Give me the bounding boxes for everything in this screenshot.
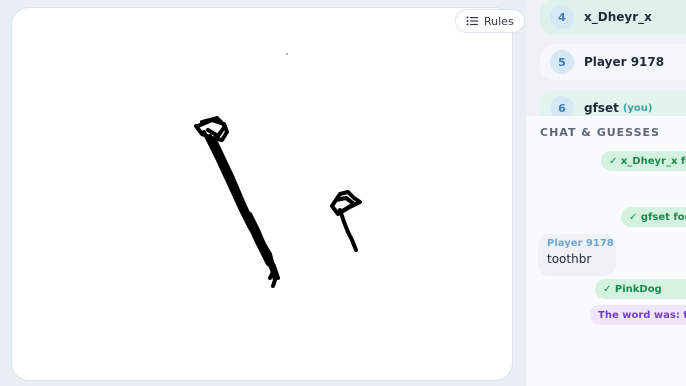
rules-button[interactable]: Rules bbox=[455, 9, 525, 33]
chat-system-message: ✓ x_Dheyr_x fo bbox=[601, 151, 686, 171]
chat-message-text: The word was: to bbox=[598, 309, 686, 321]
chat-message-text: ✓ gfset foun bbox=[629, 211, 686, 223]
chat-reveal-message: The word was: to bbox=[590, 305, 686, 325]
player-name: Player 9178 bbox=[584, 55, 665, 69]
chat-message-text: toothbr bbox=[547, 252, 592, 266]
chat-title: CHAT & GUESSES bbox=[540, 126, 660, 139]
player-row[interactable]: 4 x_Dheyr_x bbox=[540, 0, 686, 35]
player-row[interactable]: 5 Player 9178 bbox=[540, 44, 686, 80]
chat-panel: CHAT & GUESSES ✓ x_Dheyr_x fo ✓ gfset fo… bbox=[526, 116, 686, 386]
drawing-strokes bbox=[194, 53, 362, 288]
chat-author: Player 9178 bbox=[547, 238, 614, 249]
chat-guess-bubble: Player 9178 toothbr bbox=[538, 234, 616, 276]
you-badge: (you) bbox=[622, 102, 653, 114]
chat-message-text: ✓ x_Dheyr_x fo bbox=[609, 155, 686, 167]
player-rank: 5 bbox=[550, 50, 574, 74]
chat-system-message: ✓ PinkDog bbox=[595, 279, 686, 299]
rules-label: Rules bbox=[484, 14, 514, 28]
chat-system-message: ✓ gfset foun bbox=[621, 207, 686, 227]
player-name: x_Dheyr_x bbox=[584, 10, 652, 24]
player-rank: 4 bbox=[550, 5, 574, 29]
list-icon bbox=[466, 16, 478, 26]
chat-message-text: ✓ PinkDog bbox=[603, 283, 662, 295]
drawing-canvas[interactable] bbox=[11, 7, 513, 381]
player-name: gfset bbox=[584, 101, 619, 115]
